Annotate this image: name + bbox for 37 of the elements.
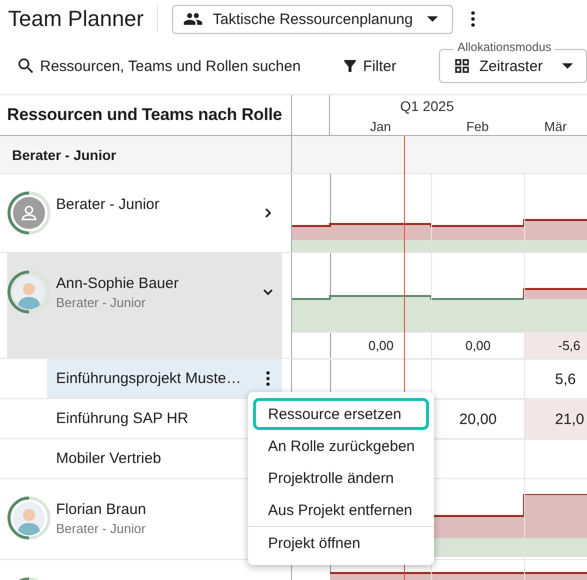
app-title: Team Planner (8, 6, 144, 32)
resource-name: Florian Braun (56, 501, 146, 518)
role-avatar (7, 191, 51, 235)
menu-item[interactable]: Ressource ersetzen (253, 398, 429, 430)
resource-role: Berater - Junior (56, 295, 146, 310)
month-label: Jan (369, 118, 392, 134)
resource-role: Berater - Junior (56, 521, 146, 536)
filter-button[interactable]: Filter (341, 57, 396, 75)
resource-name: Berater - Junior (56, 196, 160, 213)
resource-name: Ann-Sophie Bauer (56, 275, 179, 292)
month-label: Mär (543, 118, 568, 134)
value-cell: 20,00 (459, 411, 497, 428)
search-icon (16, 56, 36, 76)
month-label: Feb (465, 118, 490, 134)
value-cell: 0,00 (465, 338, 491, 353)
project-row[interactable]: Einführungsprojekt Muste… (47, 359, 282, 398)
value-cell: 5,6 (555, 371, 576, 388)
menu-item[interactable]: Projekt öffnen (253, 527, 429, 559)
value-cell: -5,6 (558, 338, 580, 353)
column-header: Ressourcen und Teams nach Rolle (7, 105, 282, 125)
menu-item[interactable]: An Rolle zurückgeben (253, 430, 429, 462)
group-label: Berater - Junior (12, 146, 116, 162)
value-cell: 0,00 (368, 338, 394, 353)
caret-icon (426, 16, 438, 22)
view-dropdown[interactable]: Taktische Ressourcenplanung (172, 4, 453, 34)
menu-item[interactable]: Projektrolle ändern (253, 462, 429, 494)
person-avatar (7, 270, 51, 314)
person-avatar (7, 496, 51, 540)
menu-item[interactable]: Aus Projekt entfernen (253, 494, 429, 526)
quarter-label: Q1 2025 (399, 97, 455, 114)
caret-icon (562, 63, 573, 69)
mode-dropdown[interactable]: Allokationsmodus Zeitraster (439, 40, 587, 83)
more-icon[interactable] (470, 11, 475, 27)
value-cell: 21,0 (555, 411, 584, 428)
grid-icon (453, 57, 472, 75)
funnel-icon (341, 57, 359, 75)
more-icon[interactable] (266, 371, 270, 386)
